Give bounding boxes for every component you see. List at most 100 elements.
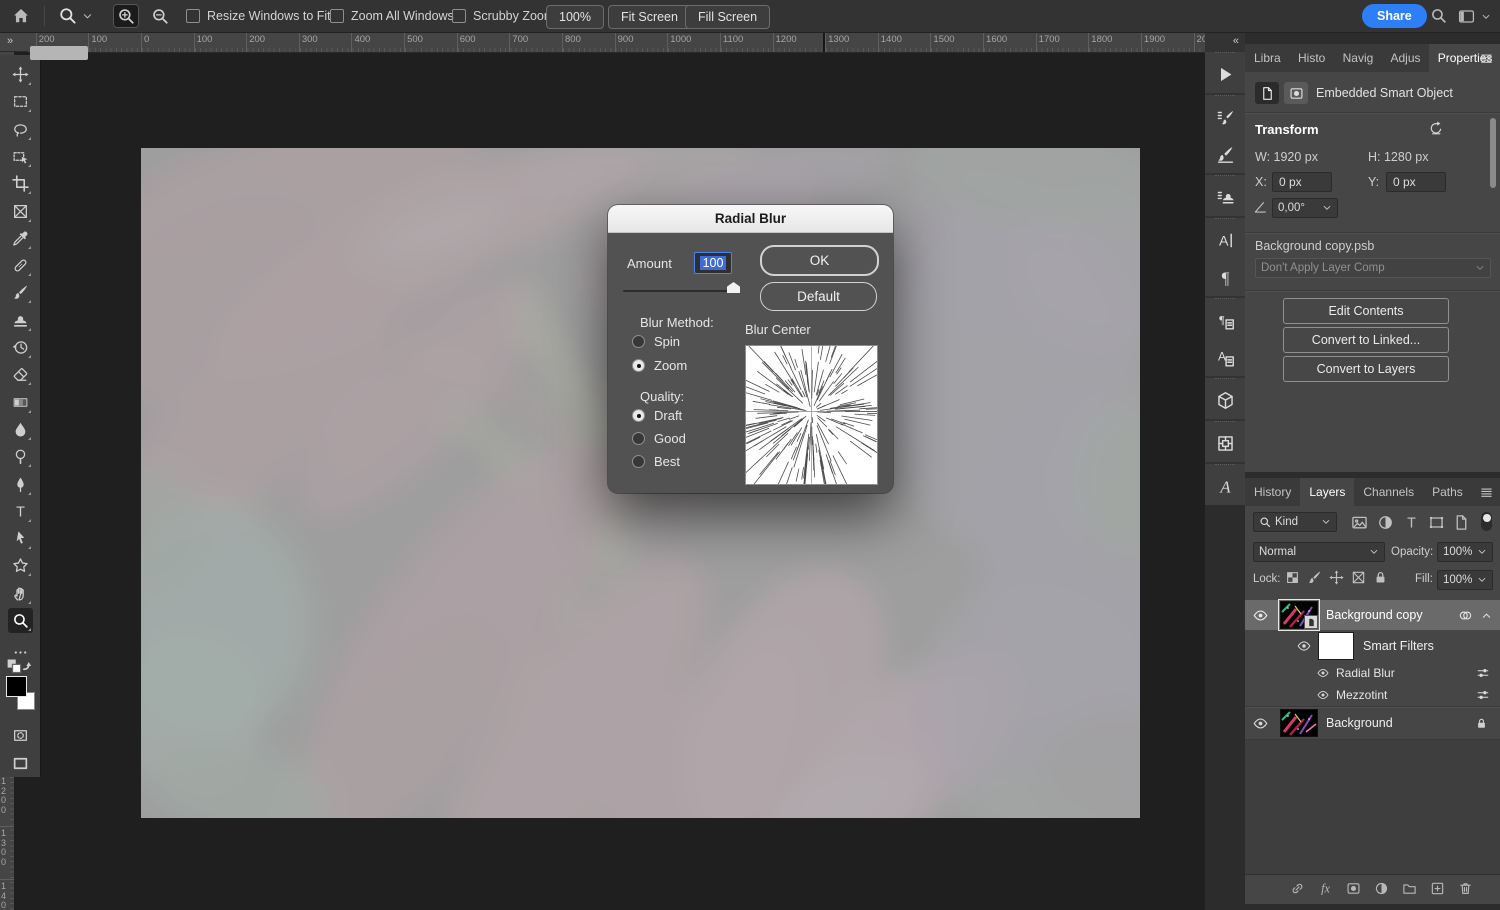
- amount-slider-thumb[interactable]: [727, 282, 740, 293]
- amount-slider[interactable]: [623, 290, 735, 292]
- horizontal-ruler[interactable]: 2001000100200300400500600700800900100011…: [28, 32, 1205, 53]
- new-layer-icon[interactable]: [1430, 881, 1445, 896]
- layer-style-fx-icon[interactable]: fx: [1318, 881, 1333, 896]
- dialog-title[interactable]: Radial Blur: [608, 205, 893, 233]
- new-group-icon[interactable]: [1402, 881, 1417, 896]
- layer-name[interactable]: Background: [1326, 716, 1393, 730]
- filter-kind-select[interactable]: Kind: [1253, 512, 1337, 532]
- checkbox-zoom-all-windows[interactable]: Zoom All Windows: [330, 9, 454, 23]
- reset-transform-icon[interactable]: [1428, 120, 1444, 136]
- radio-icon[interactable]: [632, 409, 645, 422]
- toolbar-drag-handle[interactable]: [30, 46, 88, 60]
- tab-paths[interactable]: Paths: [1423, 478, 1472, 506]
- filter-name[interactable]: Radial Blur: [1336, 666, 1395, 680]
- tool-healing-brush[interactable]: [8, 253, 33, 278]
- dock-panel-patterns[interactable]: [1205, 425, 1245, 462]
- filter-type-icon[interactable]: T: [1403, 514, 1420, 531]
- smart-object-properties-button[interactable]: [1255, 82, 1279, 104]
- tool-lasso[interactable]: [8, 117, 33, 142]
- dock-panel-paragraph-styles[interactable]: ¶: [1205, 302, 1245, 339]
- dock-panel-brushes[interactable]: [1205, 136, 1245, 173]
- visibility-eye-icon[interactable]: [1317, 667, 1329, 679]
- panel-menu-icon[interactable]: [1479, 51, 1494, 66]
- checkbox-icon[interactable]: [330, 9, 344, 23]
- foreground-color-swatch[interactable]: [6, 676, 27, 697]
- tool-shape[interactable]: [8, 553, 33, 578]
- filtering-toggle[interactable]: [1481, 512, 1492, 531]
- visibility-eye-icon[interactable]: [1317, 689, 1329, 701]
- filter-smart-object-icon[interactable]: [1453, 514, 1470, 531]
- amount-input[interactable]: 100: [694, 252, 732, 274]
- scrollbar[interactable]: [1490, 118, 1496, 188]
- color-swatches[interactable]: [5, 670, 35, 704]
- tab-channels[interactable]: Channels: [1354, 478, 1423, 506]
- tab-adjus[interactable]: Adjus: [1381, 44, 1428, 72]
- quick-mask-button[interactable]: [8, 723, 33, 748]
- tab-history[interactable]: History: [1245, 478, 1300, 506]
- fit-screen-button[interactable]: Fit Screen: [608, 5, 691, 29]
- default-button[interactable]: Default: [760, 282, 877, 311]
- dock-panel-brush-settings[interactable]: [1205, 99, 1245, 136]
- visibility-eye-icon[interactable]: [1297, 639, 1311, 653]
- tool-gradient[interactable]: [8, 390, 33, 415]
- screen-mode-button[interactable]: [8, 751, 33, 776]
- fill-screen-button[interactable]: Fill Screen: [685, 5, 770, 29]
- add-mask-icon[interactable]: [1346, 881, 1361, 896]
- tool-path-selection[interactable]: [8, 526, 33, 551]
- radio-icon[interactable]: [632, 335, 645, 348]
- link-layers-icon[interactable]: [1290, 881, 1305, 896]
- x-input[interactable]: 0 px: [1272, 172, 1332, 192]
- fill-select[interactable]: 100%: [1437, 570, 1493, 590]
- filter-shape-icon[interactable]: [1428, 514, 1445, 531]
- dock-panel-character[interactable]: A: [1205, 222, 1245, 259]
- convert-to-layers-button[interactable]: Convert to Layers: [1283, 356, 1449, 382]
- checkbox-resize-windows[interactable]: Resize Windows to Fit: [186, 9, 331, 23]
- quality-radio-good[interactable]: Good: [632, 431, 686, 446]
- panel-menu-icon[interactable]: [1479, 485, 1494, 500]
- checkbox-icon[interactable]: [452, 9, 466, 23]
- delete-layer-icon[interactable]: [1458, 881, 1473, 896]
- layers-empty-area[interactable]: [1245, 740, 1500, 874]
- filter-options-icon[interactable]: [1476, 666, 1490, 680]
- visibility-eye-icon[interactable]: [1253, 716, 1268, 731]
- tool-object-selection[interactable]: [8, 144, 33, 169]
- layer-thumbnail[interactable]: [1280, 709, 1318, 737]
- tool-marquee[interactable]: [8, 89, 33, 114]
- filter-options-icon[interactable]: [1476, 688, 1490, 702]
- quality-radio-best[interactable]: Best: [632, 454, 680, 469]
- visibility-eye-icon[interactable]: [1253, 608, 1268, 623]
- tool-frame[interactable]: [8, 199, 33, 224]
- dock-panel-paragraph[interactable]: ¶: [1205, 259, 1245, 296]
- convert-to-linked-button[interactable]: Convert to Linked...: [1283, 327, 1449, 353]
- radio-icon[interactable]: [632, 455, 645, 468]
- tool-type[interactable]: T: [8, 499, 33, 524]
- tool-dodge[interactable]: [8, 444, 33, 469]
- smart-filters-label[interactable]: Smart Filters: [1363, 639, 1434, 653]
- tool-blur[interactable]: [8, 417, 33, 442]
- collapse-filters-icon[interactable]: [1481, 610, 1492, 621]
- layer-row-background[interactable]: Background: [1245, 707, 1500, 739]
- lock-artboard-icon[interactable]: [1351, 570, 1366, 585]
- blur-center-preview[interactable]: [745, 345, 878, 485]
- share-button[interactable]: Share: [1362, 4, 1427, 28]
- tool-pen[interactable]: [8, 472, 33, 497]
- lock-transparency-icon[interactable]: [1285, 570, 1300, 585]
- ok-button[interactable]: OK: [760, 245, 879, 276]
- checkbox-scrubby-zoom[interactable]: Scrubby Zoom: [452, 9, 554, 23]
- dock-panel-threed[interactable]: [1205, 382, 1245, 419]
- chevron-down-icon[interactable]: [82, 11, 93, 22]
- radio-icon[interactable]: [632, 359, 645, 372]
- tool-eyedropper[interactable]: [8, 226, 33, 251]
- filter-name[interactable]: Mezzotint: [1336, 688, 1387, 702]
- tab-layers[interactable]: Layers: [1300, 478, 1354, 506]
- lock-pixels-icon[interactable]: [1307, 570, 1322, 585]
- tool-brush[interactable]: [8, 280, 33, 305]
- workspace-icon[interactable]: [1458, 8, 1475, 25]
- chevron-down-icon[interactable]: [1481, 12, 1491, 22]
- tool-hand[interactable]: [8, 581, 33, 606]
- filter-mask-thumbnail[interactable]: [1318, 632, 1354, 660]
- radio-icon[interactable]: [632, 432, 645, 445]
- home-icon[interactable]: [12, 7, 30, 25]
- filter-row-radial-blur[interactable]: Radial Blur: [1245, 662, 1500, 683]
- tool-history-brush[interactable]: [8, 335, 33, 360]
